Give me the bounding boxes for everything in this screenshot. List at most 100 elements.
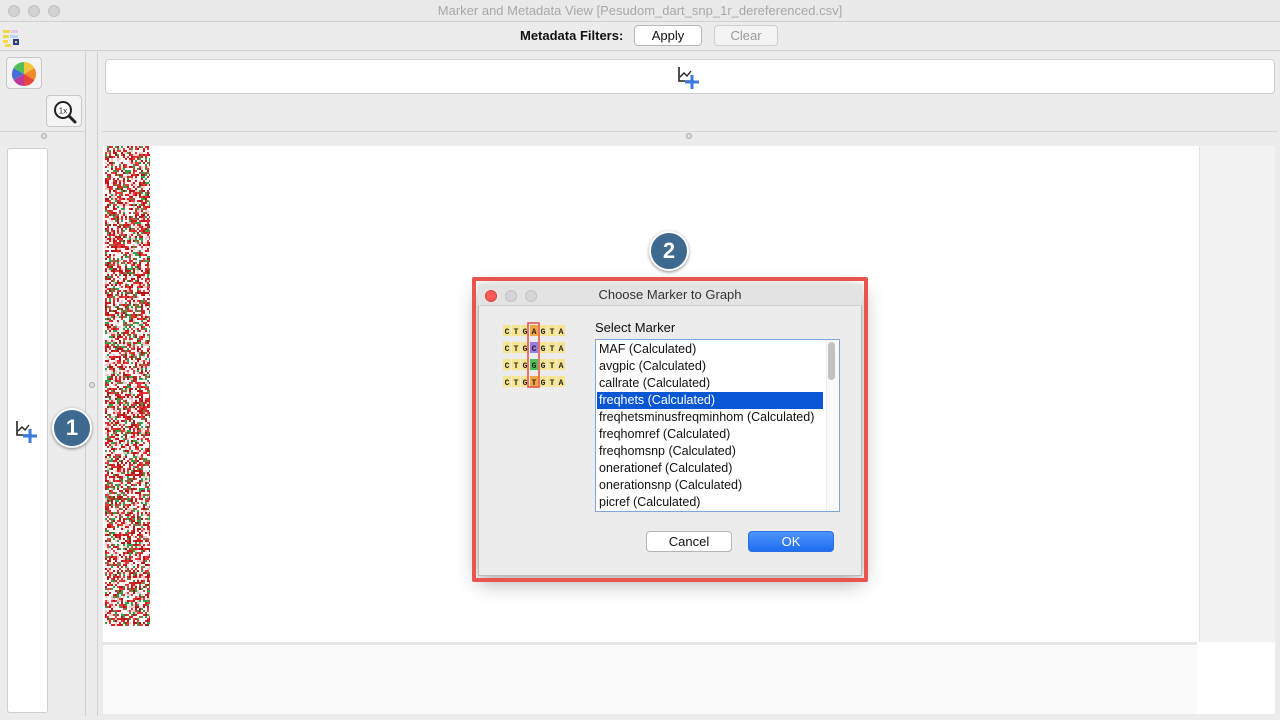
heatmap-cell: [145, 362, 147, 364]
heatmap-cell: [105, 438, 107, 440]
heatmap-cell: [147, 368, 149, 370]
heatmap-cell: [107, 316, 109, 318]
heatmap-cell: [143, 388, 145, 390]
heatmap-cell: [131, 190, 133, 192]
heatmap-cell: [119, 426, 121, 428]
heatmap-cell: [141, 372, 143, 374]
heatmap-cell: [147, 386, 149, 388]
heatmap-cell: [135, 350, 137, 352]
heatmap-cell: [111, 364, 113, 366]
heatmap-cell: [135, 328, 137, 330]
heatmap-cell: [145, 348, 147, 350]
heatmap-cell: [113, 192, 115, 194]
heatmap-cell: [113, 544, 115, 546]
heatmap-cell: [105, 318, 107, 320]
heatmap-cell: [113, 272, 115, 274]
heatmap-cell: [113, 550, 115, 552]
heatmap-cell: [141, 266, 143, 268]
heatmap-cell: [137, 162, 139, 164]
heatmap-cell: [131, 522, 133, 524]
heatmap-cell: [117, 514, 119, 516]
heatmap-cell: [113, 210, 115, 212]
heatmap-cell: [105, 214, 107, 216]
heatmap-cell: [125, 234, 127, 236]
heatmap-cell: [125, 158, 127, 160]
heatmap-cell: [105, 446, 107, 448]
vertical-divider-handle[interactable]: [89, 382, 95, 388]
heatmap-cell: [131, 344, 133, 346]
heatmap-cell: [123, 564, 125, 566]
heatmap-cell: [131, 308, 133, 310]
heatmap-cell: [105, 338, 107, 340]
heatmap-cell: [131, 388, 133, 390]
heatmap-cell: [117, 282, 119, 284]
heatmap-cell: [121, 434, 123, 436]
heatmap-cell: [125, 576, 127, 578]
heatmap-cell: [149, 370, 150, 372]
heatmap-cell: [131, 322, 133, 324]
heatmap-cell: [141, 484, 143, 486]
heatmap-cell: [119, 354, 121, 356]
heatmap-cell: [127, 310, 129, 312]
heatmap-cell: [149, 290, 150, 292]
heatmap-cell: [119, 210, 121, 212]
heatmap-cell: [125, 526, 127, 528]
heatmap-cell: [117, 574, 119, 576]
heatmap-cell: [105, 188, 107, 190]
heatmap-cell: [107, 400, 109, 402]
apply-button[interactable]: Apply: [634, 25, 702, 46]
add-graph-icon[interactable]: [676, 64, 702, 90]
heatmap-cell: [129, 180, 131, 182]
heatmap-cell: [133, 256, 135, 258]
heatmap-cell: [125, 460, 127, 462]
heatmap-cell: [109, 524, 111, 526]
heatmap-cell: [113, 386, 115, 388]
heatmap-cell: [121, 396, 123, 398]
heatmap-cell: [125, 314, 127, 316]
heatmap-cell: [111, 320, 113, 322]
heatmap-cell: [147, 500, 149, 502]
heatmap-cell: [113, 334, 115, 336]
color-scheme-button[interactable]: [6, 57, 42, 89]
heatmap-cell: [141, 454, 143, 456]
heatmap-cell: [143, 514, 145, 516]
zoom-reset-button[interactable]: 1x: [46, 95, 82, 127]
left-divider-handle[interactable]: [41, 133, 47, 139]
heatmap-cell: [133, 186, 135, 188]
heatmap-cell: [137, 302, 139, 304]
heatmap-cell: [117, 484, 119, 486]
heatmap-cell: [145, 208, 147, 210]
heatmap-cell: [113, 426, 115, 428]
heatmap-cell: [149, 456, 150, 458]
heatmap-cell: [129, 550, 131, 552]
heatmap-cell: [135, 484, 137, 486]
heatmap-cell: [119, 266, 121, 268]
heatmap-cell: [139, 360, 141, 362]
add-graph-icon[interactable]: [14, 418, 40, 444]
top-divider-handle[interactable]: [686, 133, 692, 139]
heatmap-cell: [111, 556, 113, 558]
heatmap-cell: [127, 294, 129, 296]
heatmap-cell: [117, 422, 119, 424]
heatmap-cell: [109, 310, 111, 312]
heatmap-cell: [117, 542, 119, 544]
heatmap-cell: [107, 148, 109, 150]
heatmap-cell: [113, 202, 115, 204]
heatmap-cell: [147, 374, 149, 376]
heatmap-cell: [119, 394, 121, 396]
heatmap-cell: [115, 380, 117, 382]
heatmap-cell: [137, 394, 139, 396]
heatmap-cell: [141, 510, 143, 512]
zoom-1x-text: 1x: [59, 107, 67, 116]
marker-heatmap[interactable]: [105, 146, 150, 626]
heatmap-cell: [117, 238, 119, 240]
heatmap-cell: [111, 560, 113, 562]
heatmap-cell: [145, 374, 147, 376]
heatmap-cell: [141, 148, 143, 150]
heatmap-cell: [135, 208, 137, 210]
heatmap-cell: [139, 364, 141, 366]
heatmap-cell: [127, 348, 129, 350]
heatmap-cell: [137, 408, 139, 410]
clear-button[interactable]: Clear: [714, 25, 778, 46]
heatmap-cell: [139, 326, 141, 328]
